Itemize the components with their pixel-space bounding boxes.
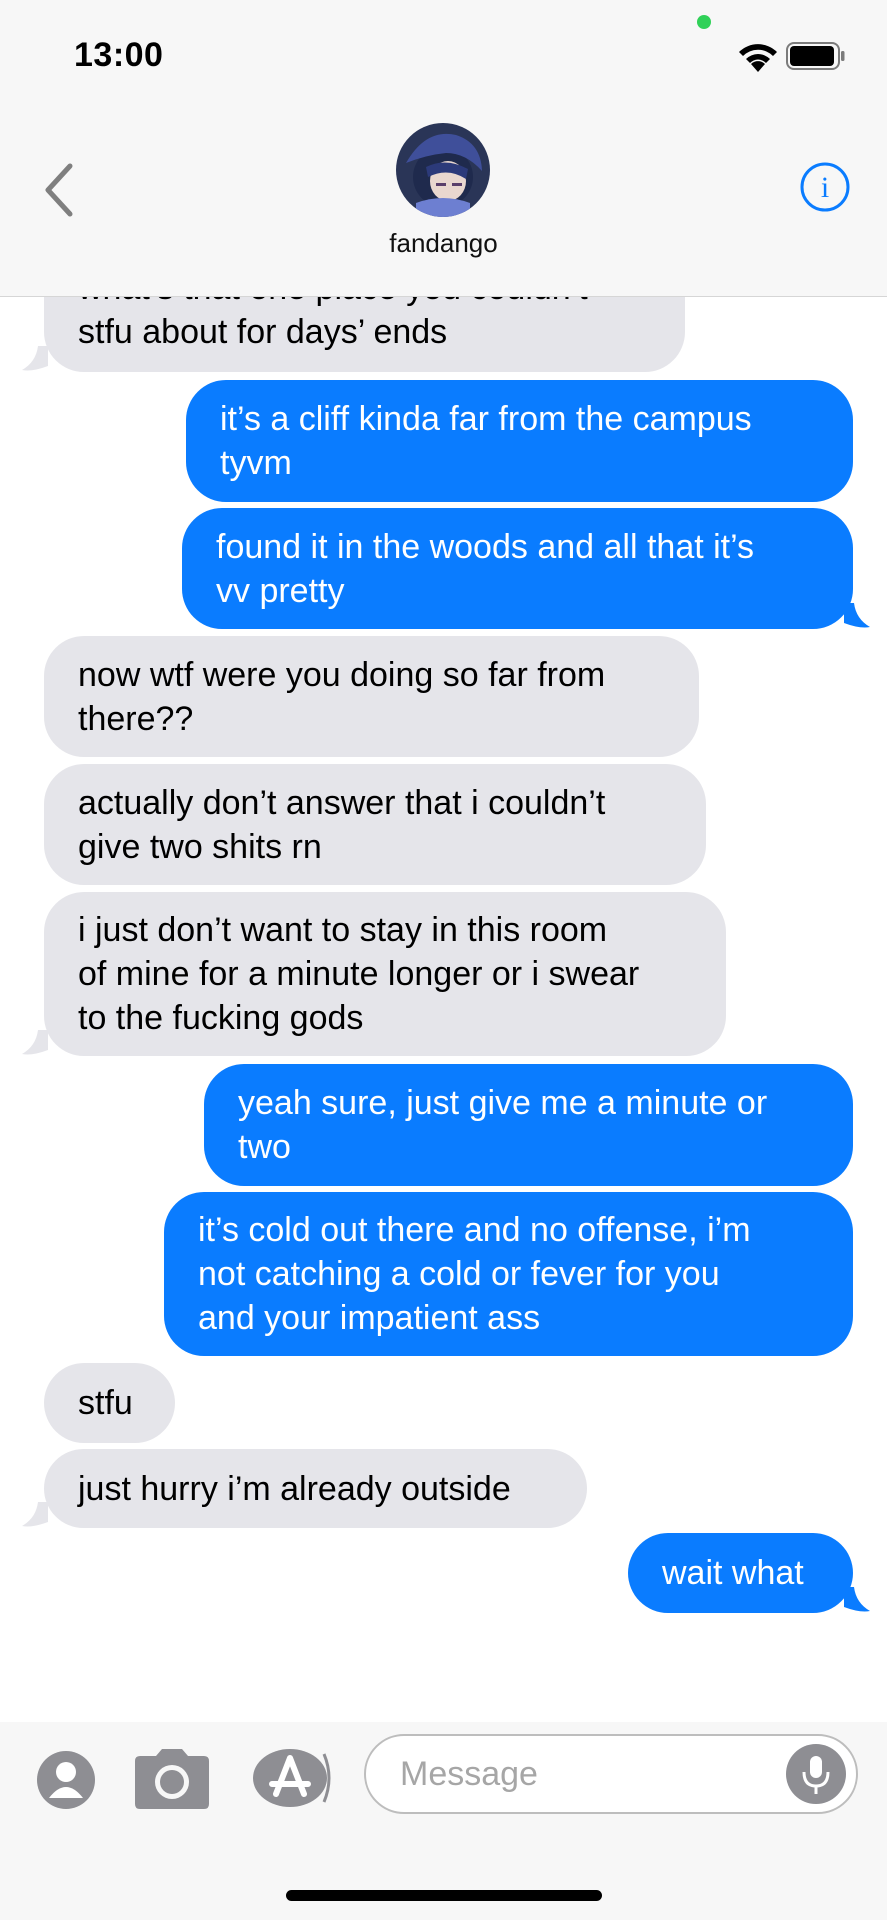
message-bubble-incoming[interactable]: now wtf were you doing so far from there… [44, 636, 699, 757]
message-bubble-incoming[interactable]: i just don’t want to stay in this room o… [44, 892, 726, 1056]
home-indicator[interactable] [286, 1890, 602, 1901]
camera-in-use-indicator [697, 15, 711, 29]
microphone-icon[interactable] [786, 1744, 846, 1804]
message-bubble-outgoing[interactable]: it’s cold out there and no offense, i’m … [164, 1192, 853, 1356]
message-text: actually don’t answer that i couldn’t gi… [78, 783, 606, 866]
contact-name[interactable]: fandango [0, 228, 887, 259]
message-bubble-incoming[interactable]: what’s that one place you couldn’t stfu … [44, 297, 685, 372]
app-store-icon[interactable] [252, 1748, 332, 1808]
message-thread[interactable]: what’s that one place you couldn’t stfu … [0, 297, 887, 1722]
contact-avatar[interactable] [396, 123, 490, 217]
wifi-icon [739, 44, 777, 72]
status-time: 13:00 [74, 36, 164, 74]
message-bubble-incoming[interactable]: actually don’t answer that i couldn’t gi… [44, 764, 706, 885]
incoming-bubble-tail [22, 346, 48, 371]
battery-icon [786, 42, 845, 70]
conversation-header: fandango i [0, 110, 887, 297]
contact-memoji-icon[interactable] [36, 1750, 96, 1810]
message-bubble-outgoing[interactable]: found it in the woods and all that it’s … [182, 508, 853, 629]
message-text: wait what [662, 1554, 804, 1592]
message-bubble-incoming[interactable]: stfu [44, 1363, 175, 1443]
message-placeholder: Message [400, 1755, 538, 1793]
status-bar: 13:00 [0, 0, 887, 110]
message-bubble-outgoing[interactable]: it’s a cliff kinda far from the campus t… [186, 380, 853, 502]
camera-icon[interactable] [134, 1748, 210, 1810]
message-text: it’s cold out there and no offense, i’m … [198, 1211, 751, 1337]
incoming-bubble-tail [22, 1502, 48, 1527]
outgoing-bubble-tail [844, 603, 870, 628]
message-text: just hurry i’m already outside [78, 1469, 511, 1508]
outgoing-bubble-tail [844, 1587, 870, 1612]
message-text: what’s that one place you couldn’t stfu … [78, 297, 588, 351]
incoming-bubble-tail [22, 1030, 48, 1055]
message-text: stfu [78, 1384, 133, 1422]
message-text: i just don’t want to stay in this room o… [78, 911, 640, 1037]
message-text: now wtf were you doing so far from there… [78, 655, 606, 738]
message-bubble-incoming[interactable]: just hurry i’m already outside [44, 1449, 587, 1528]
message-text: it’s a cliff kinda far from the campus t… [220, 400, 752, 482]
message-bubble-outgoing[interactable]: yeah sure, just give me a minute or two [204, 1064, 853, 1186]
message-text: found it in the woods and all that it’s … [216, 527, 755, 610]
message-bubble-outgoing[interactable]: wait what [628, 1533, 853, 1613]
info-icon[interactable]: i [799, 161, 851, 213]
message-input[interactable]: Message [364, 1734, 858, 1814]
back-chevron-icon[interactable] [40, 160, 80, 220]
svg-text:i: i [821, 171, 829, 204]
message-text: yeah sure, just give me a minute or two [238, 1084, 768, 1166]
